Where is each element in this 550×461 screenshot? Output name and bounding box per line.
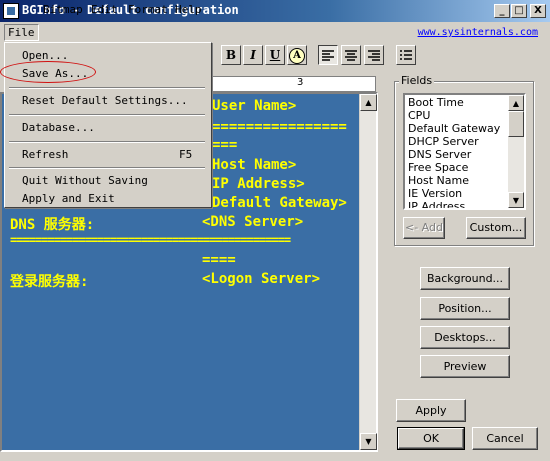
scroll-down-icon[interactable]: ▼: [508, 192, 524, 208]
highlight-circle: [0, 61, 96, 83]
sysinternals-link[interactable]: www.sysinternals.com: [418, 27, 538, 38]
editor-line-value: <Logon Server>: [202, 271, 321, 287]
italic-button[interactable]: I: [243, 45, 263, 65]
menu-help[interactable]: Help: [172, 3, 205, 16]
align-right-icon: [368, 50, 380, 61]
cancel-button[interactable]: Cancel: [472, 427, 538, 450]
editor-line: ====: [202, 252, 236, 268]
editor-line: User Name>: [212, 98, 297, 114]
editor-line: ================: [212, 119, 347, 135]
menu-separator: [9, 141, 205, 143]
menu-bitmap[interactable]: Bitmap: [40, 3, 86, 16]
editor-line: Host Name>: [212, 157, 297, 173]
desktops-button[interactable]: Desktops...: [420, 326, 510, 349]
scroll-up-icon[interactable]: ▲: [508, 95, 524, 111]
ok-button[interactable]: OK: [397, 427, 465, 450]
menu-separator: [9, 114, 205, 116]
align-left-button[interactable]: [318, 45, 338, 65]
editor-line-label: DNS 服务器:: [10, 217, 95, 233]
list-item[interactable]: Default Gateway: [408, 122, 500, 135]
palette-icon: A: [289, 48, 305, 64]
position-button[interactable]: Position...: [420, 297, 510, 320]
bullets-button[interactable]: [396, 45, 416, 65]
list-item[interactable]: IP Address: [408, 200, 465, 208]
close-button[interactable]: X: [530, 4, 546, 18]
bold-button[interactable]: B: [221, 45, 241, 65]
minimize-button[interactable]: _: [494, 4, 510, 18]
scroll-thumb[interactable]: [508, 111, 524, 137]
menu-item-apply-and-exit[interactable]: Apply and Exit: [22, 192, 115, 205]
refresh-shortcut: F5: [179, 148, 193, 161]
editor-line: ===: [212, 137, 238, 153]
align-left-icon: [322, 50, 334, 61]
menu-item-reset-defaults[interactable]: Reset Default Settings...: [22, 94, 188, 107]
align-right-button[interactable]: [364, 45, 384, 65]
preview-button[interactable]: Preview: [420, 355, 510, 378]
scroll-up-icon[interactable]: ▲: [360, 94, 377, 111]
list-item[interactable]: CPU: [408, 109, 430, 122]
menu-item-database[interactable]: Database...: [22, 121, 95, 134]
editor-line-value: <DNS Server>: [202, 214, 304, 230]
menu-item-refresh[interactable]: Refresh: [22, 148, 68, 161]
ruler: 3: [210, 76, 376, 92]
editor-line: ========================================…: [10, 233, 291, 247]
align-center-button[interactable]: [341, 45, 361, 65]
scroll-down-icon[interactable]: ▼: [360, 433, 377, 450]
menu-separator: [9, 87, 205, 89]
maximize-button[interactable]: □: [511, 4, 527, 18]
fields-group-title: Fields: [399, 74, 435, 87]
menu-format[interactable]: Format: [125, 3, 171, 16]
menu-separator: [9, 167, 205, 169]
app-icon[interactable]: [3, 3, 19, 19]
align-center-icon: [345, 50, 357, 61]
underline-button[interactable]: U: [265, 45, 285, 65]
editor-scrollbar[interactable]: ▲ ▼: [359, 94, 377, 450]
editor-line: IP Address>: [212, 176, 305, 192]
add-field-button[interactable]: <- Add: [403, 217, 445, 239]
list-item[interactable]: DNS Server: [408, 148, 471, 161]
editor-line-label: 登录服务器:: [10, 274, 89, 290]
editor-line: Default Gateway>: [212, 195, 347, 211]
fields-scrollbar[interactable]: ▲ ▼: [508, 95, 524, 208]
menu-edit[interactable]: Edit: [88, 3, 121, 16]
list-item[interactable]: DHCP Server: [408, 135, 479, 148]
list-item[interactable]: IE Version: [408, 187, 462, 200]
ruler-mark: 3: [297, 77, 304, 88]
bullet-list-icon: [400, 50, 412, 60]
font-color-button[interactable]: A: [287, 45, 307, 65]
list-item[interactable]: Boot Time: [408, 96, 464, 109]
list-item[interactable]: Free Space: [408, 161, 468, 174]
custom-field-button[interactable]: Custom...: [466, 217, 526, 239]
background-button[interactable]: Background...: [420, 267, 510, 290]
menu-file[interactable]: File: [4, 24, 39, 41]
menu-item-quit-without-saving[interactable]: Quit Without Saving: [22, 174, 148, 187]
list-item[interactable]: Host Name: [408, 174, 469, 187]
apply-button[interactable]: Apply: [396, 399, 466, 422]
